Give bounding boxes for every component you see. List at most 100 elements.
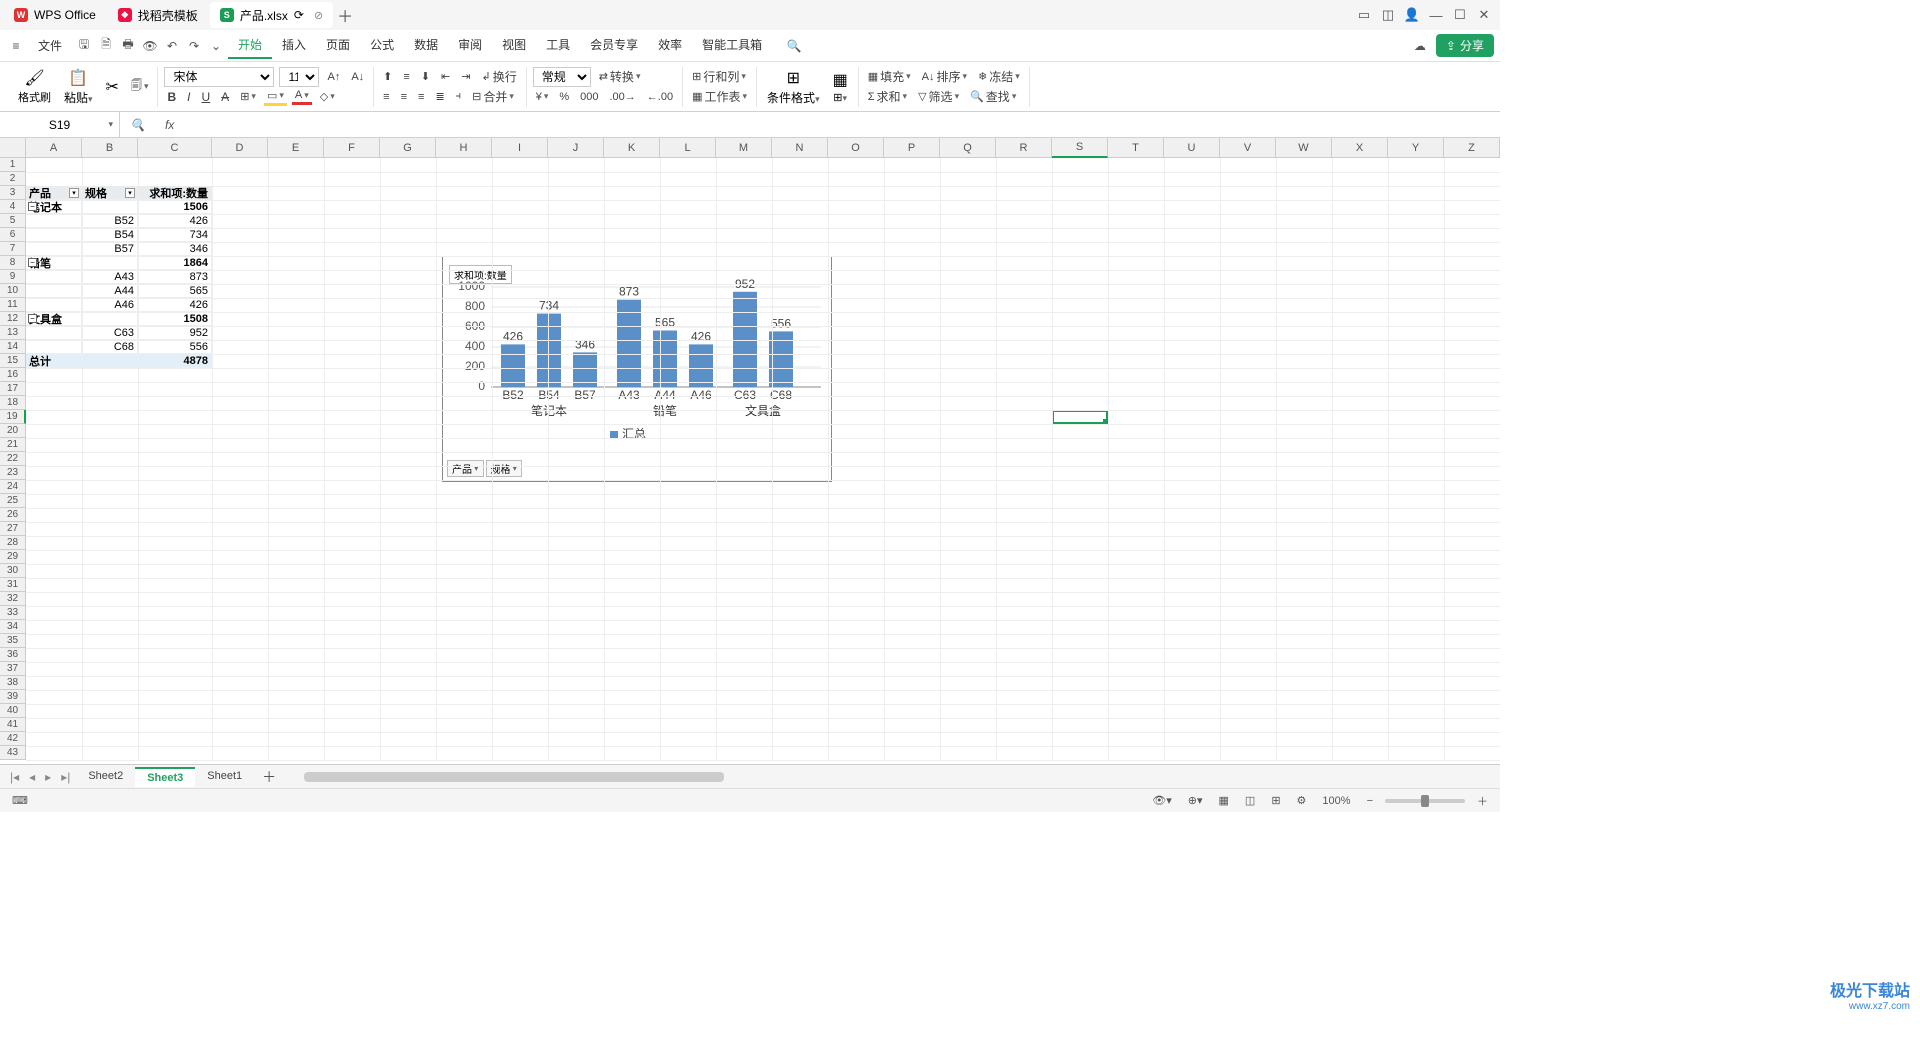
- sheet-nav-next[interactable]: ▸: [41, 768, 55, 786]
- minimize-button[interactable]: —: [1424, 3, 1448, 27]
- row-header[interactable]: 6: [0, 228, 26, 242]
- cell[interactable]: B54: [82, 228, 138, 242]
- border-button[interactable]: ⊞▾: [237, 89, 259, 104]
- keyboard-icon[interactable]: ⌨: [8, 792, 32, 809]
- underline-button[interactable]: U: [199, 89, 214, 105]
- align-top-button[interactable]: ⬆: [380, 69, 395, 84]
- collapse-toggle[interactable]: −: [28, 258, 37, 267]
- menu-tab[interactable]: 工具: [536, 32, 580, 59]
- row-header[interactable]: 30: [0, 564, 26, 578]
- bold-button[interactable]: B: [164, 89, 179, 105]
- row-header[interactable]: 21: [0, 438, 26, 452]
- row-header[interactable]: 13: [0, 326, 26, 340]
- row-header[interactable]: 37: [0, 662, 26, 676]
- number-format-select[interactable]: 常规: [533, 67, 591, 87]
- settings-icon[interactable]: ⚙: [1293, 792, 1311, 809]
- row-header[interactable]: 8: [0, 256, 26, 270]
- column-header[interactable]: Q: [940, 138, 996, 158]
- row-header[interactable]: 7: [0, 242, 26, 256]
- cell[interactable]: B52: [82, 214, 138, 228]
- column-header[interactable]: E: [268, 138, 324, 158]
- column-header[interactable]: H: [436, 138, 492, 158]
- dropdown-icon[interactable]: ⌄: [206, 36, 226, 56]
- comma-button[interactable]: 000: [577, 90, 601, 104]
- column-header[interactable]: N: [772, 138, 828, 158]
- row-header[interactable]: 19: [0, 410, 26, 424]
- row-header[interactable]: 10: [0, 284, 26, 298]
- zoom-out-button[interactable]: −: [1363, 793, 1377, 809]
- menu-tab[interactable]: 智能工具箱: [692, 32, 772, 59]
- app-tab[interactable]: ❖找稻壳模板: [108, 2, 208, 28]
- row-header[interactable]: 22: [0, 452, 26, 466]
- cell[interactable]: 1508: [138, 312, 212, 326]
- view-page-icon[interactable]: ◫: [1241, 792, 1259, 809]
- row-header[interactable]: 39: [0, 690, 26, 704]
- formula-input[interactable]: [184, 112, 1500, 137]
- percent-button[interactable]: %: [556, 90, 572, 104]
- cell[interactable]: 总计: [26, 354, 82, 368]
- panel-icon[interactable]: ▭: [1352, 3, 1376, 27]
- decrease-font-button[interactable]: A↓: [348, 70, 367, 84]
- decrease-decimal-button[interactable]: ←.00: [644, 90, 676, 104]
- view-normal-icon[interactable]: ▦: [1215, 792, 1233, 809]
- pivot-chart[interactable]: 求和项:数量 02004006008001000 426B52734B54346…: [442, 256, 832, 482]
- row-header[interactable]: 31: [0, 578, 26, 592]
- column-header[interactable]: G: [380, 138, 436, 158]
- row-header[interactable]: 20: [0, 424, 26, 438]
- cell[interactable]: A46: [82, 298, 138, 312]
- row-header[interactable]: 2: [0, 172, 26, 186]
- column-header[interactable]: P: [884, 138, 940, 158]
- cell[interactable]: 556: [138, 340, 212, 354]
- fx-label[interactable]: fx: [155, 118, 184, 132]
- file-menu[interactable]: 文件: [28, 33, 72, 58]
- font-select[interactable]: 宋体: [164, 67, 274, 87]
- align-right-button[interactable]: ≡: [415, 90, 427, 104]
- cell[interactable]: 873: [138, 270, 212, 284]
- align-center-button[interactable]: ≡: [398, 90, 410, 104]
- filter-button[interactable]: ▽筛选▾: [915, 87, 962, 106]
- menu-icon[interactable]: ≡: [6, 36, 26, 56]
- table-style-button[interactable]: ▦⊞▾: [829, 70, 852, 104]
- zoom-slider[interactable]: [1385, 799, 1465, 803]
- sheet-tab[interactable]: Sheet3: [135, 767, 195, 787]
- column-header[interactable]: R: [996, 138, 1052, 158]
- row-header[interactable]: 35: [0, 634, 26, 648]
- cell[interactable]: [26, 270, 82, 284]
- cell[interactable]: [26, 340, 82, 354]
- cell[interactable]: A43: [82, 270, 138, 284]
- share-button[interactable]: ⇪分享: [1436, 34, 1494, 57]
- condfmt-button[interactable]: ⊞条件格式▾: [763, 68, 824, 106]
- row-header[interactable]: 27: [0, 522, 26, 536]
- sheet-tab[interactable]: Sheet1: [195, 767, 254, 787]
- menu-tab[interactable]: 公式: [360, 32, 404, 59]
- zoom-in-button[interactable]: ＋: [1473, 791, 1492, 811]
- strike-button[interactable]: A: [218, 89, 232, 105]
- font-color-button[interactable]: A▾: [292, 88, 312, 105]
- row-header[interactable]: 14: [0, 340, 26, 354]
- column-header[interactable]: C: [138, 138, 212, 158]
- row-header[interactable]: 32: [0, 592, 26, 606]
- row-header[interactable]: 42: [0, 732, 26, 746]
- column-header[interactable]: W: [1276, 138, 1332, 158]
- column-header[interactable]: M: [716, 138, 772, 158]
- cell[interactable]: [82, 200, 138, 214]
- column-header[interactable]: U: [1164, 138, 1220, 158]
- cell[interactable]: [26, 242, 82, 256]
- row-header[interactable]: 18: [0, 396, 26, 410]
- chart-filter[interactable]: 规格 ▾: [486, 460, 523, 477]
- column-header[interactable]: T: [1108, 138, 1164, 158]
- column-header[interactable]: B: [82, 138, 138, 158]
- sum-button[interactable]: Σ求和▾: [865, 87, 910, 106]
- sort-button[interactable]: A↓排序▾: [919, 67, 970, 86]
- menu-tab[interactable]: 插入: [272, 32, 316, 59]
- cell[interactable]: A44: [82, 284, 138, 298]
- cell[interactable]: 1864: [138, 256, 212, 270]
- new-tab-button[interactable]: ＋: [335, 3, 355, 27]
- row-header[interactable]: 4: [0, 200, 26, 214]
- cell[interactable]: [82, 354, 138, 368]
- align-justify-button[interactable]: ≣: [432, 89, 447, 104]
- collapse-toggle[interactable]: −: [28, 202, 37, 211]
- row-header[interactable]: 28: [0, 536, 26, 550]
- select-all-corner[interactable]: [0, 138, 26, 158]
- indent-right-button[interactable]: ⇥: [458, 69, 473, 84]
